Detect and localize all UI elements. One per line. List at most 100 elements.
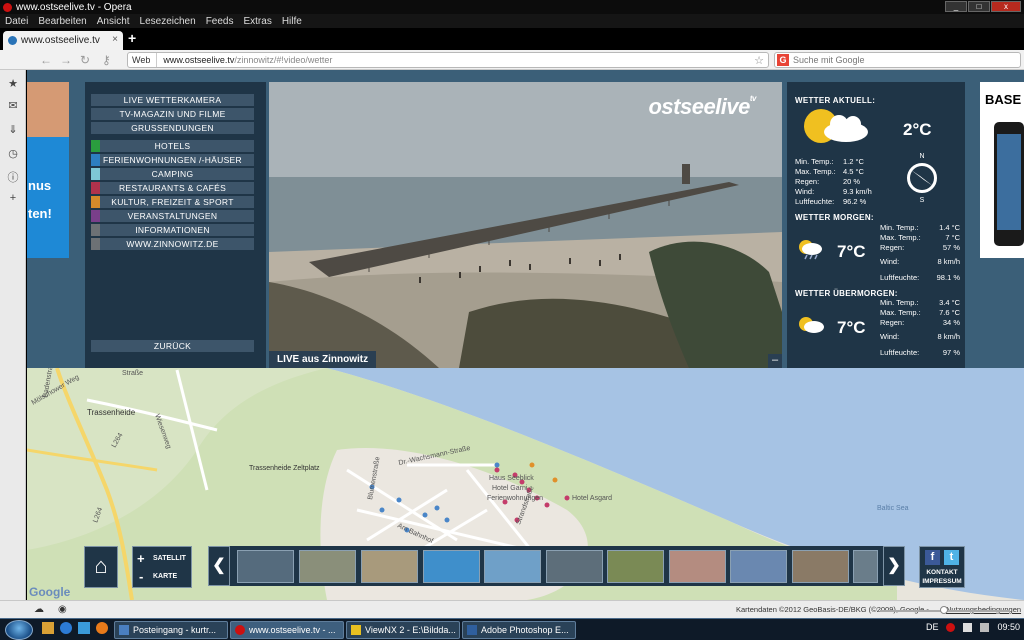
- video-thumbnail[interactable]: [669, 550, 726, 583]
- video-thumbnail[interactable]: [361, 550, 418, 583]
- menu-veranstaltungen[interactable]: VERANSTALTUNGEN: [91, 210, 254, 222]
- video-thumbnail[interactable]: [484, 550, 541, 583]
- clock[interactable]: 09:50: [997, 622, 1020, 632]
- site-badge[interactable]: Web: [128, 53, 158, 67]
- taskbar-item-photoshop[interactable]: Adobe Photoshop E...: [462, 621, 576, 639]
- zoom-in-button[interactable]: +: [137, 551, 145, 566]
- menu-tv-magazin[interactable]: TV-MAGAZIN UND FILME: [91, 108, 254, 120]
- kontakt-link[interactable]: KONTAKT: [920, 569, 964, 576]
- google-icon[interactable]: G: [777, 54, 789, 66]
- key-icon[interactable]: ⚷: [102, 53, 111, 67]
- video-thumbnail[interactable]: [546, 550, 603, 583]
- tab-ostseelive[interactable]: www.ostseelive.tv ×: [3, 31, 123, 50]
- url-text[interactable]: www.ostseelive.tv/zinnowitz/#!video/wett…: [157, 55, 332, 65]
- zoom-slider[interactable]: [880, 606, 1010, 614]
- satellit-button[interactable]: SATELLIT: [153, 555, 186, 562]
- karte-button[interactable]: KARTE: [153, 573, 177, 580]
- info-icon[interactable]: ⓘ: [7, 172, 19, 184]
- menu-extras[interactable]: Extras: [238, 16, 276, 27]
- menu-grussendungen[interactable]: GRUSSENDUNGEN: [91, 122, 254, 134]
- zoom-out-button[interactable]: -: [139, 569, 143, 584]
- add-icon[interactable]: +: [7, 192, 19, 204]
- impressum-link[interactable]: IMPRESSUM: [920, 578, 964, 585]
- reload-button[interactable]: ↻: [80, 53, 90, 67]
- video-thumbnail[interactable]: [423, 550, 480, 583]
- forward-button[interactable]: →: [60, 53, 72, 67]
- mediaplayer-icon[interactable]: [96, 622, 108, 634]
- maximize-button[interactable]: □: [968, 1, 990, 12]
- webcam-image: [269, 82, 782, 368]
- facebook-icon[interactable]: f: [925, 550, 940, 565]
- language-indicator[interactable]: DE: [926, 622, 939, 632]
- menu-hotels[interactable]: HOTELS: [91, 140, 254, 152]
- weather-current-row: Wind: 9.3 km/h: [795, 187, 872, 196]
- search-field[interactable]: G Suche mit Google: [774, 52, 1021, 68]
- new-tab-button[interactable]: +: [128, 30, 136, 46]
- video-thumbnail[interactable]: [299, 550, 356, 583]
- history-icon[interactable]: ◷: [7, 148, 19, 160]
- desktop-icon[interactable]: [78, 622, 90, 634]
- start-button[interactable]: [5, 620, 33, 640]
- browser-status-bar: ☁ ◉ Kartendaten ©2012 GeoBasis-DE/BKG (©…: [0, 600, 1024, 618]
- tab-close-icon[interactable]: ×: [112, 34, 118, 45]
- menu-restaurants[interactable]: RESTAURANTS & CAFÉS: [91, 182, 254, 194]
- weather-current-temp: 2°C: [903, 120, 932, 139]
- weather-current-row: Min. Temp.: 1.2 °C: [795, 157, 864, 166]
- minimize-button[interactable]: _: [945, 1, 967, 12]
- address-field[interactable]: Web www.ostseelive.tv/zinnowitz/#!video/…: [127, 52, 769, 68]
- star-icon[interactable]: ★: [7, 78, 19, 90]
- taskbar-item-viewnx[interactable]: ViewNX 2 - E:\Bildda...: [346, 621, 460, 639]
- video-thumbnail[interactable]: [607, 550, 664, 583]
- tray-opera-icon[interactable]: [946, 622, 956, 632]
- menu-live-wetterkamera[interactable]: LIVE WETTERKAMERA: [91, 94, 254, 106]
- menu-informationen[interactable]: INFORMATIONEN: [91, 224, 254, 236]
- content-band: nus ten! LIVE WETTERKAMERA TV-MAGAZIN UN…: [27, 70, 1024, 368]
- windows-taskbar: Posteingang - kurtr... www.ostseelive.tv…: [0, 618, 1024, 640]
- menu-camping[interactable]: CAMPING: [91, 168, 254, 180]
- taskbar-item-opera[interactable]: www.ostseelive.tv - ...: [230, 621, 344, 639]
- menu-kultur[interactable]: KULTUR, FREIZEIT & SPORT: [91, 196, 254, 208]
- menu-datei[interactable]: Datei: [0, 16, 33, 27]
- weather-dayafter-row: Wind: 8 km/h: [880, 332, 960, 341]
- bookmark-star-icon[interactable]: ☆: [754, 54, 764, 67]
- weather-current-row: Max. Temp.: 4.5 °C: [795, 167, 864, 176]
- home-button[interactable]: ⌂: [84, 546, 118, 588]
- video-thumbnail[interactable]: [730, 550, 787, 583]
- video-thumbnail[interactable]: [792, 550, 849, 583]
- video-thumbnail[interactable]: [853, 550, 878, 583]
- photoshop-app-icon: [467, 625, 477, 635]
- ie-icon[interactable]: [60, 622, 72, 634]
- cloud-icon[interactable]: ☁: [34, 604, 44, 615]
- explorer-icon[interactable]: [42, 622, 54, 634]
- menu-feeds[interactable]: Feeds: [201, 16, 239, 27]
- back-link[interactable]: ZURÜCK: [91, 340, 254, 352]
- video-minimize-button[interactable]: –: [768, 354, 782, 368]
- rain-cloud-icon: [799, 240, 822, 260]
- mail-icon[interactable]: ✉: [7, 100, 19, 112]
- twitter-icon[interactable]: t: [944, 550, 959, 565]
- menu-zinnowitz-de[interactable]: WWW.ZINNOWITZ.DE: [91, 238, 254, 250]
- next-thumbs-button[interactable]: ❯: [883, 546, 905, 586]
- menu-ferienwohnungen[interactable]: FERIENWOHNUNGEN /-HÄUSER: [91, 154, 254, 166]
- weather-dayafter-row: Luftfeuchte: 97 %: [880, 348, 960, 357]
- zoom-slider-knob[interactable]: [940, 606, 948, 614]
- taskbar-item-mail[interactable]: Posteingang - kurtr...: [114, 621, 228, 639]
- live-video[interactable]: ostseelivetv LIVE aus Zinnowitz –: [269, 82, 782, 368]
- prev-thumbs-button[interactable]: ❮: [208, 546, 230, 586]
- right-ad-banner[interactable]: BASE: [980, 82, 1024, 258]
- menu-lesezeichen[interactable]: Lesezeichen: [135, 16, 201, 27]
- menu-hilfe[interactable]: Hilfe: [277, 16, 307, 27]
- download-icon[interactable]: ⇓: [7, 124, 19, 136]
- weather-tomorrow-row: Regen: 57 %: [880, 243, 960, 252]
- close-button[interactable]: x: [991, 1, 1021, 12]
- weather-tomorrow-row: Wind: 8 km/h: [880, 257, 960, 266]
- left-ad-banner[interactable]: nus ten!: [27, 82, 69, 258]
- video-thumbnail[interactable]: [237, 550, 294, 583]
- menu-bearbeiten[interactable]: Bearbeiten: [33, 16, 91, 27]
- back-button[interactable]: ←: [40, 53, 52, 67]
- contact-social-box: f t KONTAKT IMPRESSUM: [919, 546, 965, 588]
- speeddial-icon[interactable]: ◉: [58, 604, 67, 615]
- tray-volume-icon[interactable]: [980, 622, 990, 632]
- menu-ansicht[interactable]: Ansicht: [92, 16, 135, 27]
- tray-network-icon[interactable]: [963, 622, 973, 632]
